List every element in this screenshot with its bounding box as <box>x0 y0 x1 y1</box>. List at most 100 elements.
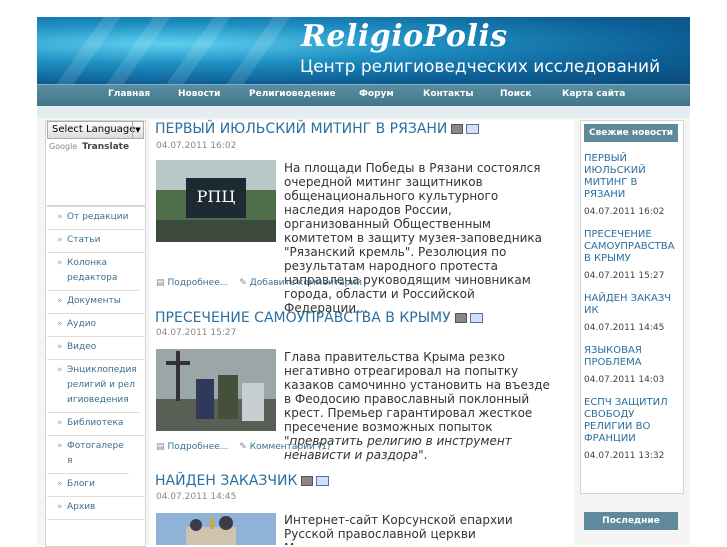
left-menu-item-photogallery[interactable]: » Фотогалерея <box>47 436 129 474</box>
left-menu-item-audio[interactable]: » Аудио <box>47 314 146 337</box>
fresh-news-list: ПЕРВЫЙ ИЮЛЬСКИЙ МИТИНГ В РЯЗАНИ 04.07.20… <box>584 143 678 473</box>
article-date: 04.07.2011 16:02 <box>156 141 237 151</box>
protest-photo: РПЦ <box>156 160 276 242</box>
more-icon: ▤ <box>156 442 165 452</box>
email-icon[interactable] <box>466 124 480 134</box>
comments-link[interactable]: Комментарии (1) <box>250 442 331 452</box>
article-date: 04.07.2011 15:27 <box>156 328 237 338</box>
translate-widget: Select Language ▼ Google Translate <box>47 120 146 170</box>
left-menu-item-library[interactable]: » Библиотека <box>47 413 146 436</box>
cossacks-photo <box>156 349 276 431</box>
translate-label: Translate <box>82 142 130 152</box>
read-more-link[interactable]: Подробнее... <box>168 442 229 452</box>
fresh-news-date: 04.07.2011 16:02 <box>584 207 665 217</box>
nav-search[interactable]: Поиск <box>500 89 531 99</box>
nav-religious-studies[interactable]: Религиоведение <box>249 89 336 99</box>
fresh-news-date: 04.07.2011 14:45 <box>584 323 665 333</box>
fresh-news-link[interactable]: ЕСПЧ ЗАЩИТИЛ СВОБОДУ РЕЛИГИИ ВО ФРАНЦИИ <box>584 397 678 445</box>
article-title[interactable]: ПЕРВЫЙ ИЮЛЬСКИЙ МИТИНГ В РЯЗАНИ <box>155 121 480 137</box>
fresh-news-date: 04.07.2011 15:27 <box>584 271 665 281</box>
comment-icon: ✎ <box>239 278 247 288</box>
language-select-label: Select Language <box>52 124 136 135</box>
nav-news[interactable]: Новости <box>178 89 220 99</box>
left-menu-item-documents[interactable]: » Документы <box>47 291 146 314</box>
left-menu-label: Блоги <box>67 479 96 489</box>
left-menu-label: От редакции <box>67 212 129 222</box>
left-menu-label: Видео <box>67 342 97 352</box>
left-menu-label: Энциклопедия религий и религиоведения <box>67 365 137 405</box>
article-title-text[interactable]: ПРЕСЕЧЕНИЕ САМОУПРАВСТВА В КРЫМУ <box>155 310 451 326</box>
add-comment-link[interactable]: Добавить комментарий <box>250 278 362 288</box>
bullet-icon: » <box>57 418 63 428</box>
fresh-news-link[interactable]: ПРЕСЕЧЕНИЕ САМОУПРАВСТВА В КРЫМУ <box>584 229 678 265</box>
fresh-news-link[interactable]: ПЕРВЫЙ ИЮЛЬСКИЙ МИТИНГ В РЯЗАНИ <box>584 153 678 201</box>
left-menu-label: Фотогалерея <box>67 441 124 466</box>
google-logo: Google <box>49 142 78 151</box>
fresh-news-header: Свежие новости <box>584 124 678 142</box>
bullet-icon: » <box>57 296 63 306</box>
main-nav: Главная Новости Религиоведение Форум Кон… <box>37 84 690 106</box>
fresh-news-date: 04.07.2011 13:32 <box>584 451 665 461</box>
nav-underbar <box>37 106 690 118</box>
nav-home[interactable]: Главная <box>108 89 150 99</box>
fresh-news-item: НАЙДЕН ЗАКАЗЧИК 04.07.2011 14:45 <box>584 293 678 333</box>
left-menu-item-articles[interactable]: » Статьи <box>47 230 146 253</box>
nav-forum[interactable]: Форум <box>359 89 394 99</box>
article-image[interactable] <box>156 349 276 431</box>
left-menu: » От редакции » Статьи » Колонка редактора … <box>47 207 146 520</box>
site-header: ReligioPolis Центр религиоведческих иссл… <box>37 17 690 84</box>
nav-sitemap[interactable]: Карта сайта <box>562 89 625 99</box>
email-icon[interactable] <box>316 476 330 486</box>
bullet-icon: » <box>57 441 63 451</box>
article-excerpt-text: Глава правительства Крыма резко негативн… <box>284 350 550 434</box>
image-caption: РПЦ <box>197 187 236 206</box>
left-menu-item-encyclopedia[interactable]: » Энциклопедия религий и религиоведения <box>47 360 139 413</box>
left-menu-item-archive[interactable]: » Архив <box>47 497 146 520</box>
article-excerpt: На площади Победы в Рязани состоялся оче… <box>284 161 543 315</box>
article-title-text[interactable]: НАЙДЕН ЗАКАЗЧИК <box>155 473 297 489</box>
left-menu-label: Документы <box>67 296 121 306</box>
read-more-link[interactable]: Подробнее... <box>168 278 229 288</box>
fresh-news-item: ЯЗЫКОВАЯ ПРОБЛЕМА 04.07.2011 14:03 <box>584 345 678 385</box>
nav-contacts[interactable]: Контакты <box>423 89 474 99</box>
left-menu-item-video[interactable]: » Видео <box>47 337 146 360</box>
language-select[interactable]: Select Language ▼ <box>47 121 144 139</box>
fresh-news-link[interactable]: НАЙДЕН ЗАКАЗЧИК <box>584 293 678 317</box>
bullet-icon: » <box>57 258 63 268</box>
bullet-icon: » <box>57 479 63 489</box>
article-excerpt: Интернет-сайт Корсунской епархии Русской… <box>284 513 550 545</box>
article-image[interactable] <box>156 513 276 545</box>
print-icon[interactable] <box>451 124 464 134</box>
print-icon[interactable] <box>454 313 467 323</box>
site-logo-title[interactable]: ReligioPolis <box>301 19 508 54</box>
article-title[interactable]: НАЙДЕН ЗАКАЗЧИК <box>155 473 330 489</box>
article-title-text[interactable]: ПЕРВЫЙ ИЮЛЬСКИЙ МИТИНГ В РЯЗАНИ <box>155 121 447 137</box>
powered-by-google[interactable]: Google Translate <box>49 142 142 154</box>
left-menu-label: Библиотека <box>67 418 124 428</box>
chevron-down-icon[interactable]: ▼ <box>132 122 143 138</box>
left-menu-label: Колонка редактора <box>67 258 118 283</box>
bullet-icon: » <box>57 342 63 352</box>
left-menu-item-blogs[interactable]: » Блоги <box>47 474 146 497</box>
article-image[interactable]: РПЦ <box>156 160 276 242</box>
article-links: ▤ Подробнее... ✎ Комментарии (1) <box>156 442 330 452</box>
left-menu-label: Статьи <box>67 235 101 245</box>
bullet-icon: » <box>57 502 63 512</box>
article-links: ▤ Подробнее... ✎ Добавить комментарий <box>156 278 362 288</box>
left-menu-item-editor-column[interactable]: » Колонка редактора <box>47 253 139 291</box>
article-date: 04.07.2011 14:45 <box>156 492 237 502</box>
fresh-news-item: ПРЕСЕЧЕНИЕ САМОУПРАВСТВА В КРЫМУ 04.07.2… <box>584 229 678 281</box>
site-subtitle: Центр религиоведческих исследований <box>300 57 661 77</box>
bullet-icon: » <box>57 365 63 375</box>
article-title[interactable]: ПРЕСЕЧЕНИЕ САМОУПРАВСТВА В КРЫМУ <box>155 310 483 326</box>
left-menu-item-editorial[interactable]: » От редакции <box>47 207 146 230</box>
bullet-icon: » <box>57 235 63 245</box>
email-icon[interactable] <box>469 313 483 323</box>
latest-header: Последние <box>584 512 678 530</box>
left-menu-label: Аудио <box>67 319 97 329</box>
print-icon[interactable] <box>301 476 314 486</box>
church-photo <box>156 513 276 545</box>
fresh-news-link[interactable]: ЯЗЫКОВАЯ ПРОБЛЕМА <box>584 345 678 369</box>
fresh-news-date: 04.07.2011 14:03 <box>584 375 665 385</box>
bullet-icon: » <box>57 319 63 329</box>
